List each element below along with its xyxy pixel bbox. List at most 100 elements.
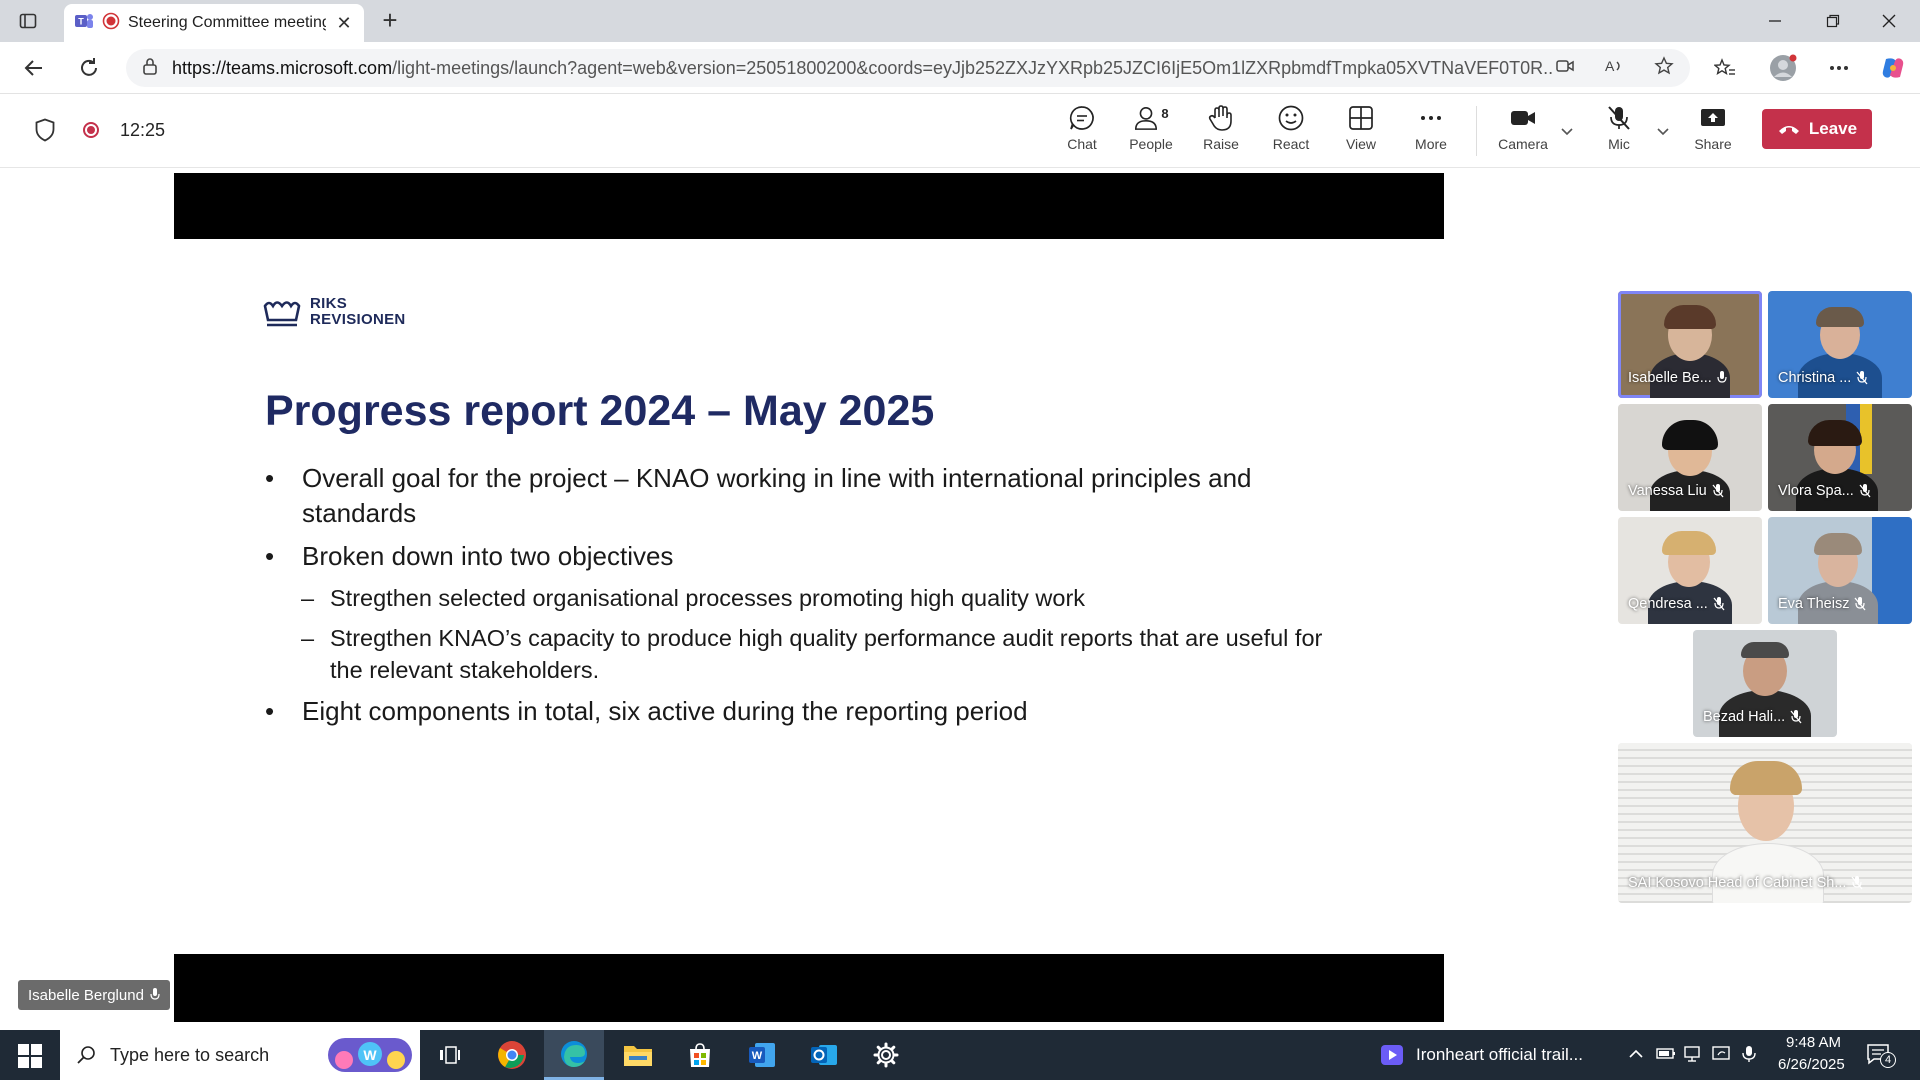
battery-icon[interactable] [1656,1045,1676,1066]
camera-options-chevron-icon[interactable] [1558,122,1576,140]
share-button[interactable]: Share [1680,104,1746,162]
letterbox-bottom [174,954,1444,1022]
file-explorer-icon[interactable] [608,1030,668,1080]
settings-gear-icon[interactable] [856,1030,916,1080]
meeting-stage: RIKS REVISIONEN Progress report 2024 – M… [0,168,1920,1030]
mic-icon [1717,371,1727,383]
lock-icon[interactable] [142,57,158,80]
browser-tab-active[interactable]: T Steering Committee meeting ✕ [64,4,364,42]
back-button[interactable] [18,52,50,84]
participant-name: Christina ... [1778,370,1868,386]
close-window-button[interactable] [1866,6,1912,36]
mic-label: Mic [1608,136,1630,152]
url-path: /light-meetings/launch?agent=web&version… [392,57,1552,78]
camera-permission-icon[interactable] [1556,58,1574,79]
chrome-app-icon[interactable] [482,1030,542,1080]
participant-tile[interactable]: Vlora Spa... [1768,404,1912,511]
clock-date[interactable]: 6/26/2025 [1778,1056,1845,1073]
search-highlight-image[interactable]: W [324,1030,416,1080]
more-button[interactable]: More [1398,104,1464,162]
people-icon [1135,106,1158,130]
windows-start-icon[interactable] [18,1044,42,1068]
word-app-icon[interactable]: W [732,1030,792,1080]
shared-screen: RIKS REVISIONEN Progress report 2024 – M… [174,173,1444,1022]
mic-muted-icon [1712,484,1724,498]
hang-up-icon [1778,126,1799,134]
clock-time[interactable]: 9:48 AM [1786,1034,1841,1051]
favorite-star-icon[interactable] [1654,55,1674,81]
participant-name: Eva Theisz [1778,596,1866,612]
crown-logo-icon [263,301,301,327]
microsoft-store-icon[interactable] [670,1030,730,1080]
slide-bullets: Overall goal for the project – KNAO work… [265,461,1345,737]
participant-tile[interactable]: SAI Kosovo Head of Cabinet Sh... [1618,743,1912,903]
participant-name: Qendresa ... [1628,596,1725,612]
mic-button[interactable]: Mic [1586,104,1652,162]
taskbar-search-box[interactable]: Type here to search W [60,1030,420,1080]
recording-tab-icon [102,12,120,35]
participant-tile[interactable]: Bezad Hali... [1693,630,1837,737]
url-text[interactable]: https://teams.microsoft.com/light-meetin… [172,58,1552,79]
participant-name: SAI Kosovo Head of Cabinet Sh... [1628,875,1863,891]
tab-actions-icon[interactable] [14,8,42,34]
leave-button[interactable]: Leave [1762,109,1872,149]
edge-app-icon[interactable] [544,1030,604,1080]
participant-tile[interactable]: Vanessa Liu [1618,404,1762,511]
svg-text:W: W [752,1050,763,1062]
restore-button[interactable] [1810,6,1856,36]
share-label: Share [1694,136,1732,152]
chat-button[interactable]: Chat [1049,104,1115,162]
participant-name: Vanessa Liu [1628,483,1724,499]
minimize-button[interactable] [1752,6,1798,36]
react-button[interactable]: React [1258,104,1324,162]
chevron-up-icon[interactable] [1628,1046,1644,1067]
url-domain: https://teams.microsoft.com [172,57,393,78]
raise-hand-button[interactable]: Raise [1188,104,1254,162]
media-title[interactable]: Ironheart official trail... [1416,1045,1583,1065]
new-tab-button[interactable]: + [376,7,404,34]
view-label: View [1345,136,1377,152]
outlook-app-icon[interactable] [794,1030,854,1080]
search-icon [77,1046,95,1064]
read-aloud-icon[interactable]: A [1604,57,1624,80]
participant-name: Isabelle Be... [1628,370,1727,386]
more-dots-icon [1421,116,1441,120]
browser-toolbar: https://teams.microsoft.com/light-meetin… [0,42,1920,94]
media-player-icon[interactable] [1380,1044,1404,1071]
task-view-icon[interactable] [420,1030,480,1080]
participant-tile[interactable]: Christina ... [1768,291,1912,398]
logo-line-2: REVISIONEN [310,311,406,328]
notifications-icon[interactable]: 4 [1866,1042,1896,1068]
mic-muted-icon [1859,484,1871,498]
notification-count-badge: 4 [1880,1052,1896,1068]
participant-tile[interactable]: Qendresa ... [1618,517,1762,624]
participant-tile[interactable]: Isabelle Be... [1618,291,1762,398]
svg-text:W: W [363,1047,377,1063]
participant-name: Bezad Hali... [1703,709,1802,725]
display-icon[interactable] [1712,1045,1732,1068]
tab-close-icon[interactable]: ✕ [334,13,354,34]
mic-options-chevron-icon[interactable] [1654,122,1672,140]
volume-icon[interactable] [1740,1045,1760,1068]
search-placeholder: Type here to search [110,1044,270,1065]
share-screen-icon [1701,109,1725,126]
profile-avatar[interactable] [1766,52,1800,84]
address-bar[interactable]: https://teams.microsoft.com/light-meetin… [126,49,1690,87]
people-label: People [1129,136,1173,152]
favorites-icon[interactable] [1708,52,1742,84]
chat-label: Chat [1067,136,1097,152]
chat-icon [1069,106,1094,130]
meeting-shield-icon[interactable] [34,118,56,142]
bullet-item: Eight components in total, six active du… [265,694,1345,729]
refresh-button[interactable] [73,52,105,84]
copilot-icon[interactable] [1876,52,1910,84]
people-button[interactable]: 8 People [1118,104,1184,162]
participant-tile[interactable]: Eva Theisz [1768,517,1912,624]
slide-title: Progress report 2024 – May 2025 [265,387,935,435]
view-button[interactable]: View [1328,104,1394,162]
toolbar-divider [1476,106,1477,156]
raise-hand-icon [1208,105,1232,131]
network-icon[interactable] [1684,1045,1704,1068]
browser-menu-icon[interactable] [1822,52,1856,84]
camera-button[interactable]: Camera [1490,104,1556,162]
